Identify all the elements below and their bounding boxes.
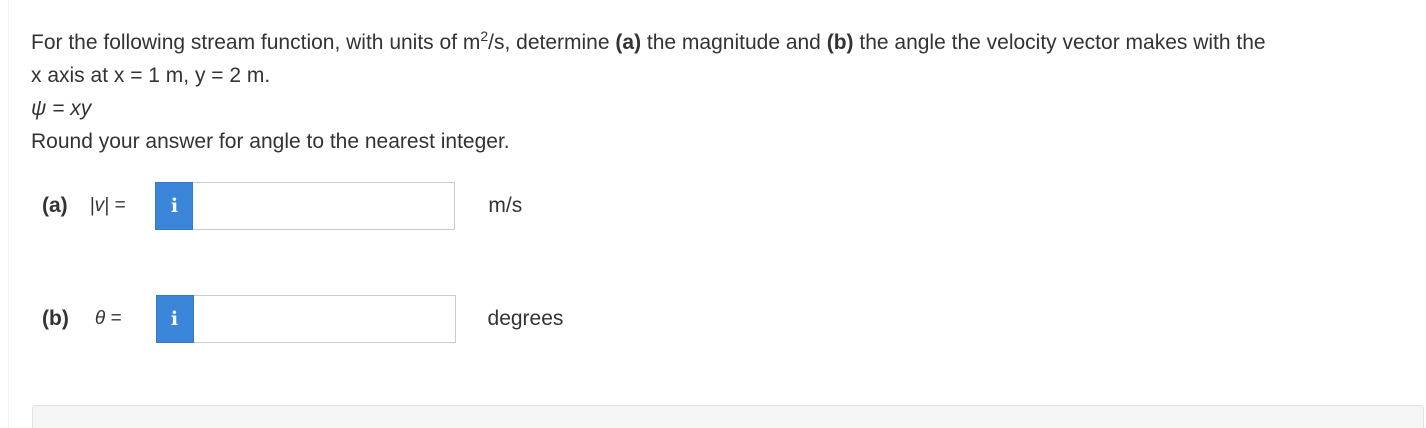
left-divider — [8, 0, 9, 428]
answer-row-a: (a) |v| = i m/s — [42, 182, 522, 230]
velocity-magnitude-symbol: |v| = — [89, 195, 126, 216]
angle-symbol: θ = — [94, 308, 122, 329]
velocity-magnitude-input[interactable] — [193, 182, 456, 230]
info-icon[interactable]: i — [155, 182, 194, 230]
part-b-reference: (b) — [826, 31, 854, 54]
question-determine: /s, determine — [488, 31, 616, 54]
velocity-unit: m/s — [488, 194, 523, 217]
rounding-instruction: Round your answer for angle to the neare… — [31, 130, 510, 153]
stream-function-equation: ψ = xy — [31, 92, 1421, 125]
question-text: For the following stream function, with … — [31, 20, 1421, 158]
question-magnitude-text: the magnitude and — [641, 31, 827, 54]
question-page: For the following stream function, with … — [0, 0, 1426, 428]
equation-text: ψ = xy — [31, 97, 92, 120]
answer-row-b: (b) θ = i degrees — [42, 295, 563, 343]
question-line-2: x axis at x = 1 m, y = 2 m. — [31, 64, 271, 87]
info-icon[interactable]: i — [155, 295, 194, 343]
angle-label: θ = — [95, 308, 122, 330]
unit-exponent: 2 — [480, 28, 489, 44]
part-b-label: (b) — [42, 307, 69, 330]
bottom-panel — [32, 405, 1424, 428]
angle-input[interactable] — [193, 295, 456, 343]
velocity-magnitude-label: |v| = — [90, 195, 126, 217]
angle-unit: degrees — [487, 307, 564, 330]
part-a-reference: (a) — [615, 31, 642, 54]
question-line-1: For the following stream function, with … — [31, 20, 1421, 59]
part-a-label: (a) — [42, 194, 68, 217]
question-intro: For the following stream function, with … — [31, 31, 481, 54]
question-angle-text: the angle the velocity vector makes with… — [853, 31, 1266, 54]
